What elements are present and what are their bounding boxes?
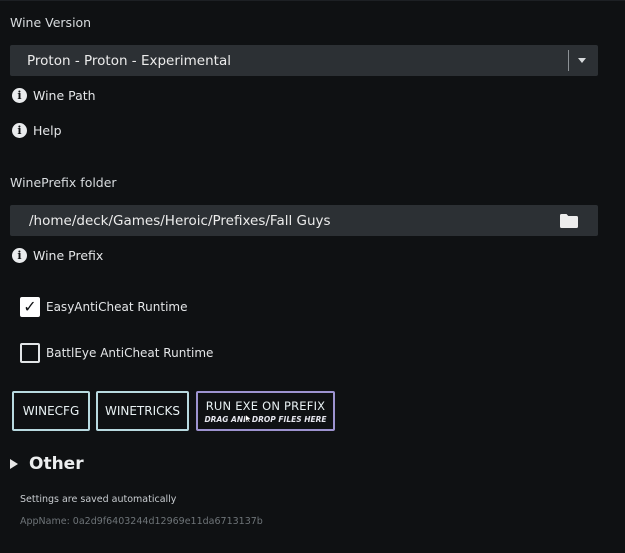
- wine-path-info[interactable]: i Wine Path: [12, 88, 96, 103]
- winecfg-button[interactable]: WINECFG: [12, 391, 90, 431]
- expand-triangle-icon: [10, 459, 18, 469]
- help-info[interactable]: i Help: [12, 123, 62, 138]
- easyanticheat-checkbox[interactable]: ✓: [20, 297, 40, 317]
- winetricks-button[interactable]: WINETRICKS: [96, 391, 189, 431]
- wineprefix-folder-label: WinePrefix folder: [10, 175, 117, 190]
- battleye-label: BattlEye AntiCheat Runtime: [46, 346, 214, 360]
- game-settings-panel: Wine Version Proton - Proton - Experimen…: [0, 0, 625, 553]
- info-icon: i: [12, 88, 27, 103]
- wine-version-label: Wine Version: [10, 15, 92, 30]
- info-icon: i: [12, 123, 27, 138]
- folder-icon[interactable]: [560, 213, 578, 228]
- wineprefix-path-value: /home/deck/Games/Heroic/Prefixes/Fall Gu…: [29, 212, 331, 229]
- drag-drop-hint: DRAG AND DROP FILES HERE: [204, 414, 327, 424]
- run-exe-on-prefix-button[interactable]: RUN EXE ON PREFIX DRAG AND DROP FILES HE…: [196, 391, 335, 431]
- wine-prefix-label: Wine Prefix: [33, 248, 104, 263]
- easyanticheat-label: EasyAntiCheat Runtime: [46, 300, 188, 314]
- settings-saved-note: Settings are saved automatically: [20, 494, 177, 505]
- other-section-toggle[interactable]: Other: [10, 454, 84, 474]
- chevron-down-icon[interactable]: [578, 58, 586, 63]
- wine-version-value: Proton - Proton - Experimental: [27, 52, 231, 69]
- mouse-cursor-icon: [245, 414, 252, 423]
- wine-version-select[interactable]: Proton - Proton - Experimental: [10, 45, 598, 76]
- wineprefix-folder-input[interactable]: /home/deck/Games/Heroic/Prefixes/Fall Gu…: [10, 205, 598, 236]
- battleye-toggle[interactable]: BattlEye AntiCheat Runtime: [20, 343, 213, 363]
- help-label: Help: [33, 123, 62, 138]
- wine-path-label: Wine Path: [33, 88, 96, 103]
- easyanticheat-toggle[interactable]: ✓ EasyAntiCheat Runtime: [20, 297, 188, 317]
- info-icon: i: [12, 248, 27, 263]
- battleye-checkbox[interactable]: [20, 343, 40, 363]
- other-section-label: Other: [29, 454, 84, 474]
- wine-prefix-info[interactable]: i Wine Prefix: [12, 248, 103, 263]
- checkmark-icon: ✓: [23, 297, 37, 316]
- dropdown-separator: [568, 50, 569, 71]
- run-exe-title: RUN EXE ON PREFIX: [205, 398, 326, 413]
- appname-readout: AppName: 0a2d9f6403244d12969e11da6713137…: [20, 516, 263, 527]
